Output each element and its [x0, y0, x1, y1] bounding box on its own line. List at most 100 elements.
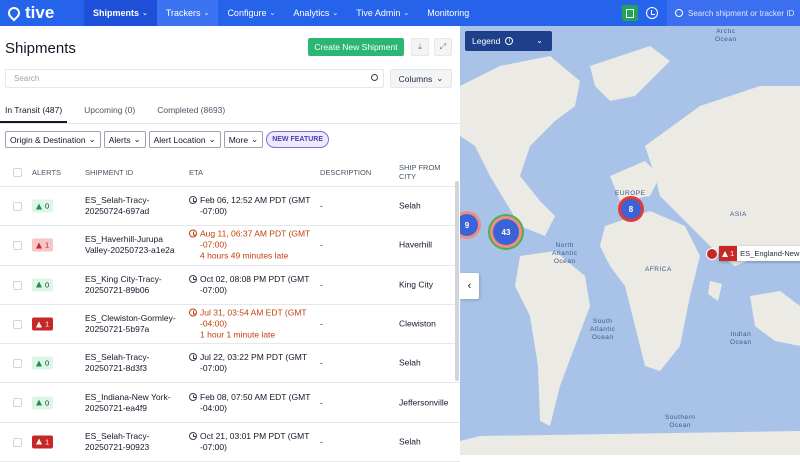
eta-value: Oct 21, 03:01 PM PDT (GMT -07:00) — [200, 430, 310, 452]
table-row[interactable]: 1 ES_Selah-Tracy-20250721-90923 Oct 21, … — [0, 423, 460, 462]
shipment-id[interactable]: ES_Selah-Tracy-20250721-8d3f3 — [85, 352, 185, 374]
alert-count-badge[interactable]: 0 — [32, 199, 54, 213]
shipment-id[interactable]: ES_Haverhill-Jurupa Valley-20250723-a1e2… — [85, 234, 185, 256]
nav-tive-admin[interactable]: Tive Admin ⌄ — [347, 0, 418, 26]
shipments-panel: Shipments Create New Shipment ⤓ ⤢ Search… — [0, 26, 460, 462]
tab-upcoming[interactable]: Upcoming (0) — [79, 102, 140, 123]
table-row[interactable]: 0 ES_Selah-Tracy-20250721-8d3f3 Jul 22, … — [0, 344, 460, 384]
create-new-shipment-button[interactable]: Create New Shipment — [308, 38, 404, 56]
filter-alert-location[interactable]: Alert Location ⌄ — [148, 131, 221, 148]
row-checkbox[interactable] — [13, 319, 22, 329]
column-shipment-id[interactable]: SHIPMENT ID — [85, 168, 133, 177]
table-row[interactable]: 0 ES_Selah-Tracy-20250724-697ad Feb 06, … — [0, 187, 460, 227]
table-row[interactable]: 0 ES_Indiana-New York-20250721-ea4f9 Feb… — [0, 383, 460, 423]
eta-value: Jul 22, 03:22 PM PDT (GMT -07:00) — [200, 352, 307, 374]
ship-from-city: Selah — [399, 200, 421, 211]
nav-configure[interactable]: Configure ⌄ — [218, 0, 284, 26]
chevron-down-icon: ⌄ — [436, 73, 444, 83]
shipment-id[interactable]: ES_Selah-Tracy-20250724-697ad — [85, 195, 185, 217]
info-icon: i — [505, 37, 514, 45]
nav-monitoring[interactable]: Monitoring — [418, 0, 478, 26]
nav-analytics[interactable]: Analytics ⌄ — [284, 0, 347, 26]
shipment-id[interactable]: ES_King City-Tracy-20250721-89b06 — [85, 274, 185, 296]
shipment-map-tooltip[interactable]: 1 ES_England-New S — [719, 246, 800, 261]
chevron-down-icon: ⌄ — [142, 10, 148, 17]
eta-cell: Oct 02, 08:08 PM PDT (GMT -07:00) — [189, 274, 314, 296]
tab-in-transit[interactable]: In Transit (487) — [0, 102, 68, 123]
alert-count-badge[interactable]: 0 — [32, 278, 54, 292]
collapse-panel-button[interactable]: ‹ — [460, 273, 479, 299]
row-checkbox[interactable] — [13, 280, 22, 290]
description: - — [320, 436, 323, 447]
shipment-search-input[interactable]: Search — [5, 69, 384, 88]
row-checkbox[interactable] — [13, 202, 22, 211]
eta-cell: Feb 06, 12:52 AM PDT (GMT -07:00) — [189, 195, 314, 217]
alert-count-badge[interactable]: 1 — [32, 435, 54, 449]
column-alerts[interactable]: ALERTS — [32, 168, 61, 177]
clock-icon — [189, 431, 197, 440]
map-legend-toggle[interactable]: Legend i ⌄ — [465, 31, 552, 51]
warning-icon — [36, 438, 42, 445]
chevron-down-icon: ⌄ — [251, 134, 259, 144]
row-checkbox[interactable] — [13, 437, 22, 447]
ship-from-city: Selah — [399, 357, 421, 368]
tive-logo[interactable]: tive — [0, 3, 84, 23]
alert-badge: 1 — [719, 246, 738, 261]
filter-alerts[interactable]: Alerts ⌄ — [103, 131, 146, 148]
select-all-checkbox[interactable] — [13, 168, 22, 177]
map-label-africa: AFRICA — [645, 266, 672, 273]
shipment-id[interactable]: ES_Indiana-New York-20250721-ea4f9 — [85, 392, 185, 414]
ship-from-city: Jeffersonville — [399, 397, 449, 408]
download-icon[interactable]: ⤓ — [411, 38, 429, 56]
clock-icon — [189, 196, 197, 205]
clock-icon — [189, 353, 197, 362]
chevron-down-icon: ⌄ — [269, 10, 276, 17]
map-cluster-marker[interactable]: 8 — [621, 199, 641, 219]
nav-shipments[interactable]: Shipments ⌄ — [84, 0, 157, 26]
ship-from-city: Haverhill — [399, 239, 433, 250]
description: - — [320, 357, 323, 368]
spreadsheet-icon[interactable] — [622, 5, 638, 21]
nav-trackers[interactable]: Trackers ⌄ — [156, 0, 219, 26]
warning-icon — [722, 250, 728, 257]
row-checkbox[interactable] — [13, 241, 22, 251]
column-description[interactable]: DESCRIPTION — [320, 168, 371, 177]
map-label-indian-ocean: Indian Ocean — [730, 331, 752, 346]
map-cluster-marker[interactable]: 43 — [493, 219, 519, 245]
search-icon — [675, 9, 683, 17]
top-right-actions — [622, 0, 800, 26]
tab-completed[interactable]: Completed (8693) — [152, 102, 230, 123]
shipments-table-body: 0 ES_Selah-Tracy-20250724-697ad Feb 06, … — [0, 187, 460, 462]
column-ship-from-city[interactable]: SHIP FROM CITY — [399, 163, 449, 181]
eta-cell: Oct 21, 03:01 PM PDT (GMT -07:00) — [189, 431, 314, 453]
table-row[interactable]: 1 ES_Clewiston-Gormley-20250721-5b97a Ju… — [0, 305, 460, 345]
alert-count-badge[interactable]: 0 — [32, 356, 54, 370]
alert-count-badge[interactable]: 0 — [32, 396, 54, 410]
filter-more[interactable]: More ⌄ — [223, 131, 264, 148]
clock-icon — [189, 274, 197, 283]
expand-icon[interactable]: ⤢ — [434, 38, 452, 56]
warning-icon — [36, 203, 42, 210]
history-icon[interactable] — [646, 7, 658, 19]
filter-origin-destination[interactable]: Origin & Destination ⌄ — [5, 131, 101, 148]
table-scrollbar[interactable] — [455, 181, 459, 381]
alert-count-badge[interactable]: 1 — [32, 238, 54, 252]
row-checkbox[interactable] — [13, 398, 22, 408]
new-feature-badge[interactable]: NEW FEATURE — [266, 131, 329, 148]
shipment-id[interactable]: ES_Selah-Tracy-20250721-90923 — [85, 431, 185, 453]
filter-bar: Origin & Destination ⌄ Alerts ⌄ Alert Loca… — [5, 131, 329, 148]
shipment-map-pin[interactable] — [706, 248, 718, 260]
top-navigation-bar: tive Shipments ⌄ Trackers ⌄ Configure ⌄ Ana… — [0, 0, 800, 26]
row-checkbox[interactable] — [13, 359, 22, 369]
chevron-left-icon: ‹ — [467, 280, 472, 292]
global-search-input[interactable] — [688, 8, 798, 18]
alert-count-badge[interactable]: 1 — [32, 317, 54, 331]
table-row[interactable]: 1 ES_Haverhill-Jurupa Valley-20250723-a1… — [0, 226, 460, 266]
columns-button[interactable]: Columns ⌄ — [390, 69, 452, 88]
table-row[interactable]: 0 ES_King City-Tracy-20250721-89b06 Oct … — [0, 266, 460, 305]
column-eta[interactable]: ETA — [189, 168, 203, 177]
eta-value: Aug 11, 06:37 AM PDT (GMT -07:00) — [200, 228, 311, 250]
warning-icon — [36, 281, 42, 288]
shipments-map[interactable]: Arctic Ocean North Atlantic Ocean South Atla… — [460, 26, 800, 455]
shipment-id[interactable]: ES_Clewiston-Gormley-20250721-5b97a — [85, 313, 185, 335]
